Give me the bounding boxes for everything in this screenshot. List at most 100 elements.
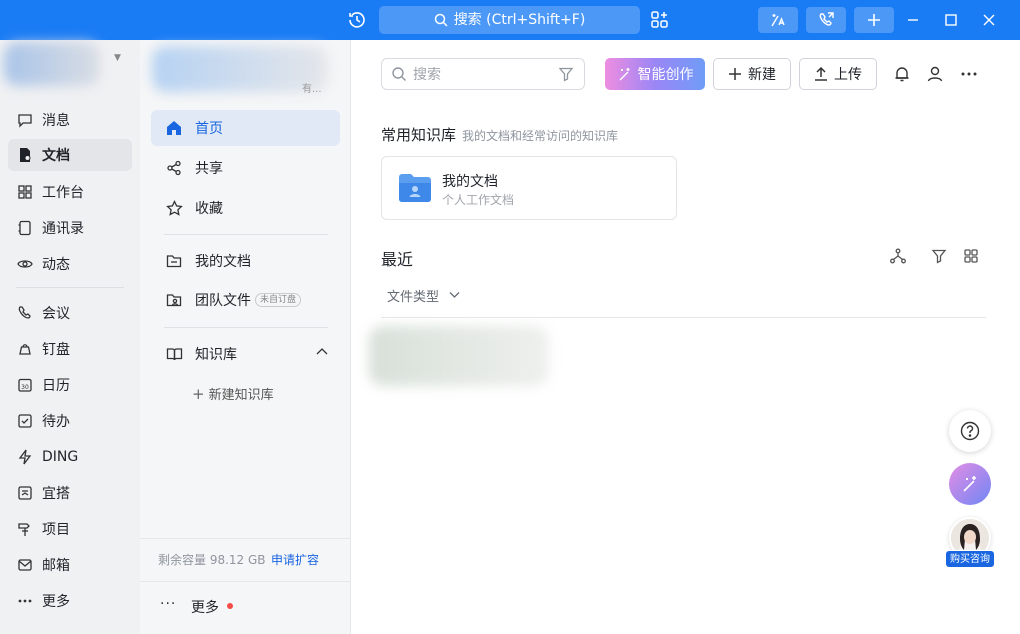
more-icon[interactable]: ···: [160, 596, 176, 612]
rail-item-label: 消息: [42, 113, 70, 129]
upload-icon: [814, 67, 828, 81]
ai-translate-button[interactable]: [758, 7, 798, 33]
sidebar-item-my-docs[interactable]: 我的文档: [151, 243, 340, 279]
rail-item-contacts[interactable]: 通讯录: [8, 212, 132, 244]
call-button[interactable]: [806, 7, 846, 33]
rail-item-label: 钉盘: [42, 342, 70, 358]
main-content: 搜索 智能创作 新建 上传 常用知识库 我的文档和经常访问的知识库 我的文档 个人…: [351, 40, 1020, 634]
sidebar-item-home[interactable]: 首页: [151, 110, 340, 146]
file-type-label: 文件类型: [387, 290, 440, 305]
profile-avatar[interactable]: [4, 42, 100, 86]
kb-card-my-docs[interactable]: 我的文档 个人工作文档: [381, 156, 677, 220]
contacts-icon: [16, 219, 34, 237]
sidebar-item-label: 首页: [195, 121, 223, 137]
chevron-up-icon[interactable]: [316, 346, 328, 362]
global-search-label: 搜索 (Ctrl+Shift+F): [453, 12, 586, 28]
ai-create-button[interactable]: 智能创作: [605, 58, 705, 90]
bell-icon[interactable]: [892, 64, 912, 84]
svg-text:30: 30: [21, 384, 29, 391]
rail-item-todo[interactable]: 待办: [8, 405, 132, 437]
filter-icon[interactable]: [929, 246, 949, 266]
docs-sidebar: 有... 首页 共享 收藏 我的文档 团队文件 未自订盘 知识库 + 新建知识库 …: [140, 40, 351, 634]
search-placeholder: 搜索: [413, 67, 441, 83]
sidebar-item-knowledge-base[interactable]: 知识库: [151, 336, 340, 372]
divider: [381, 317, 986, 318]
rail-item-label: 邮箱: [42, 558, 70, 574]
purchase-consult-badge[interactable]: 购买咨询: [945, 550, 995, 568]
sidebar-item-favorites[interactable]: 收藏: [151, 190, 340, 226]
new-knowledge-base-button[interactable]: + 新建知识库: [192, 384, 274, 403]
docs-search-input[interactable]: 搜索: [381, 58, 585, 90]
upload-button-label: 上传: [834, 67, 862, 83]
rail-item-calendar[interactable]: 30 日历: [8, 369, 132, 401]
kb-card-name: 我的文档: [442, 174, 498, 190]
history-icon[interactable]: [346, 9, 368, 31]
add-button[interactable]: [854, 7, 894, 33]
magic-wand-icon: [617, 66, 633, 82]
file-type-dropdown[interactable]: 文件类型: [387, 286, 460, 305]
magic-wand-icon: [960, 474, 980, 494]
recent-item[interactable]: [369, 326, 549, 386]
ai-create-label: 智能创作: [637, 67, 694, 83]
common-kb-subtitle: 我的文档和经常访问的知识库: [462, 129, 619, 143]
divider: [140, 538, 350, 539]
sidebar-more-button[interactable]: 更多: [191, 597, 219, 617]
recent-title: 最近: [381, 250, 414, 269]
calendar-icon: 30: [16, 376, 34, 394]
home-icon: [165, 119, 183, 137]
divider: [164, 327, 328, 328]
rail-item-mail[interactable]: 邮箱: [8, 549, 132, 581]
team-files-tag: 未自订盘: [255, 293, 302, 307]
divider: [140, 581, 350, 582]
sidebar-item-team-files[interactable]: 团队文件 未自订盘: [151, 282, 340, 318]
user-icon[interactable]: [925, 64, 945, 84]
rail-item-drive[interactable]: 钉盘: [8, 333, 132, 365]
mail-icon: [16, 556, 34, 574]
more-options-icon[interactable]: [959, 64, 979, 84]
new-button-label: 新建: [748, 67, 776, 83]
nav-rail: ▼ 消息 文档 工作台 通讯录 动态 会议 钉盘 30 日历 待办 DING 宜…: [0, 40, 140, 634]
rail-item-label: 会议: [42, 306, 70, 322]
kb-card-description: 个人工作文档: [442, 193, 515, 207]
notification-dot: [227, 603, 233, 609]
rail-item-feed[interactable]: 动态: [8, 248, 132, 280]
filter-icon[interactable]: [558, 66, 574, 86]
rail-item-more[interactable]: 更多: [8, 585, 132, 617]
ai-assistant-button[interactable]: [949, 463, 991, 505]
yida-icon: [16, 484, 34, 502]
document-icon: [16, 146, 34, 164]
rail-item-project[interactable]: 项目: [8, 513, 132, 545]
request-expansion-link[interactable]: 申请扩容: [271, 551, 319, 568]
rail-item-docs[interactable]: 文档: [8, 139, 132, 171]
minimize-icon[interactable]: [903, 10, 923, 30]
new-button[interactable]: 新建: [713, 58, 791, 90]
help-button[interactable]: [949, 410, 991, 452]
maximize-icon[interactable]: [941, 10, 961, 30]
book-icon: [165, 345, 183, 363]
rail-item-meeting[interactable]: 会议: [8, 297, 132, 329]
close-icon[interactable]: [979, 10, 999, 30]
chevron-down-icon[interactable]: ▼: [114, 53, 121, 63]
sidebar-item-label: 收藏: [195, 201, 223, 217]
rail-item-label: 通讯录: [42, 221, 84, 237]
apps-icon[interactable]: [650, 10, 670, 30]
rail-item-ding[interactable]: DING: [8, 441, 132, 473]
rail-item-label: DING: [42, 449, 79, 465]
org-chart-icon[interactable]: [888, 246, 908, 266]
upload-button[interactable]: 上传: [799, 58, 877, 90]
share-icon: [165, 159, 183, 177]
search-icon: [434, 9, 448, 37]
search-icon: [391, 66, 407, 82]
chevron-down-icon: [449, 289, 460, 304]
sidebar-item-label: 团队文件: [195, 293, 251, 309]
sidebar-item-label: 共享: [195, 161, 223, 177]
global-search[interactable]: 搜索 (Ctrl+Shift+F): [379, 6, 640, 34]
rail-item-label: 宜搭: [42, 486, 70, 502]
eye-icon: [16, 255, 34, 273]
grid-view-icon[interactable]: [961, 246, 981, 266]
checkbox-icon: [16, 412, 34, 430]
rail-item-messages[interactable]: 消息: [8, 104, 132, 136]
rail-item-workbench[interactable]: 工作台: [8, 176, 132, 208]
rail-item-yida[interactable]: 宜搭: [8, 477, 132, 509]
sidebar-item-shared[interactable]: 共享: [151, 150, 340, 186]
